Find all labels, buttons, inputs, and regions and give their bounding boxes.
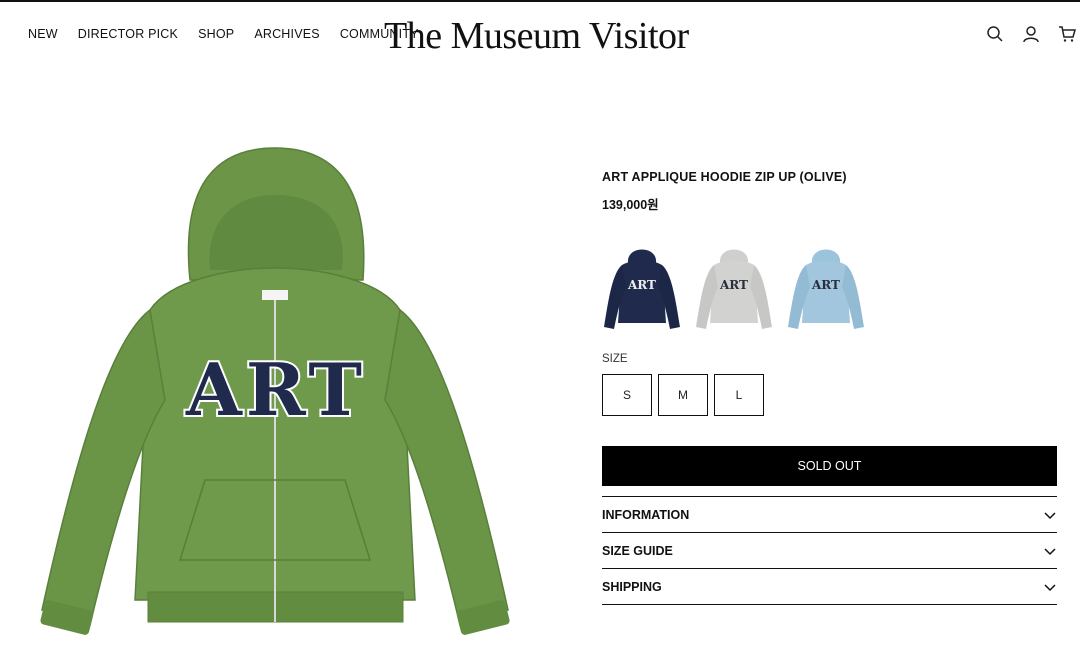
product-info: ART APPLIQUE HOODIE ZIP UP (OLIVE) 139,0… <box>602 170 1057 605</box>
nav-item-director-pick[interactable]: DIRECTOR PICK <box>78 27 178 41</box>
sold-out-button[interactable]: SOLD OUT <box>602 446 1057 486</box>
accordion-information[interactable]: INFORMATION <box>602 497 1057 533</box>
chevron-down-icon <box>1043 508 1057 522</box>
search-icon[interactable] <box>986 25 1004 43</box>
swatch-grey[interactable]: ART <box>694 243 774 335</box>
accordion-label: SHIPPING <box>602 579 662 594</box>
accordion-shipping[interactable]: SHIPPING <box>602 569 1057 605</box>
accordion-label: SIZE GUIDE <box>602 543 673 558</box>
swatch-sky-blue[interactable]: ART <box>786 243 866 335</box>
accordion-label: INFORMATION <box>602 507 690 522</box>
size-option-s[interactable]: S <box>602 374 652 416</box>
cart-icon[interactable] <box>1058 25 1076 43</box>
main-nav: NEW DIRECTOR PICK SHOP ARCHIVES COMMUNIT… <box>28 27 419 41</box>
size-option-l[interactable]: L <box>714 374 764 416</box>
top-border <box>0 0 1080 2</box>
applique-text: ART <box>185 347 366 432</box>
chevron-down-icon <box>1043 544 1057 558</box>
account-icon[interactable] <box>1022 25 1040 43</box>
accordion-size-guide[interactable]: SIZE GUIDE <box>602 533 1057 569</box>
product-title: ART APPLIQUE HOODIE ZIP UP (OLIVE) <box>602 170 847 184</box>
svg-text:ART: ART <box>627 278 656 292</box>
svg-text:ART: ART <box>811 278 840 292</box>
chevron-down-icon <box>1043 580 1057 594</box>
nav-item-shop[interactable]: SHOP <box>198 27 234 41</box>
size-options: S M L <box>602 374 1057 416</box>
product-price: 139,000원 <box>602 198 659 212</box>
color-swatches: ART ART ART <box>602 243 1057 335</box>
header-icons <box>986 25 1076 43</box>
site-logo[interactable]: The Museum Visitor <box>384 14 689 58</box>
product-image: ART <box>30 140 520 660</box>
size-label: SIZE <box>602 353 628 365</box>
swatch-navy[interactable]: ART <box>602 243 682 335</box>
nav-item-new[interactable]: NEW <box>28 27 58 41</box>
svg-text:ART: ART <box>719 278 748 292</box>
size-option-m[interactable]: M <box>658 374 708 416</box>
nav-item-archives[interactable]: ARCHIVES <box>254 27 320 41</box>
